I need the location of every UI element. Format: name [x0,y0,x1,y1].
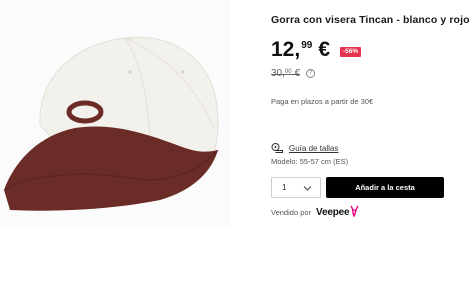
sold-by: Vendido por Veepee [271,205,359,218]
model-size-text: Modelo: 55-57 cm (ES) [271,157,349,166]
size-guide-link[interactable]: Guía de tallas [289,144,338,153]
product-title: Gorra con visera Tincan - blanco y rojo [271,14,470,26]
add-to-cart-button[interactable]: Añadir a la cesta [326,177,444,198]
old-price: 30, 00 € ? [271,68,316,80]
quantity-value: 1 [282,183,287,192]
tape-measure-icon [271,143,283,153]
veepee-mark-icon [350,205,359,217]
current-price: 12, 99 € -56% [271,38,362,66]
quantity-select[interactable]: 1 [271,177,321,198]
sold-by-label: Vendido por [271,208,312,217]
old-price-struck: 30, 00 € [271,68,301,80]
price-info-icon[interactable]: ? [306,69,316,78]
cap-illustration [0,0,230,226]
price-decimals: 99 [301,40,313,51]
price-integer: 12, [271,38,301,61]
old-price-currency: € [294,68,301,79]
size-guide[interactable]: Guía de tallas [271,143,338,153]
chevron-down-icon [303,186,312,191]
old-price-decimals: 00 [284,69,292,75]
product-image[interactable] [0,0,230,226]
brand-name: Veepee [316,207,350,218]
old-price-integer: 30, [271,68,285,79]
installments-text: Paga en plazos a partir de 30€ [271,97,374,106]
price-currency: € [318,38,331,61]
veepee-logo[interactable]: Veepee [316,205,359,218]
discount-badge: -56% [340,47,362,57]
